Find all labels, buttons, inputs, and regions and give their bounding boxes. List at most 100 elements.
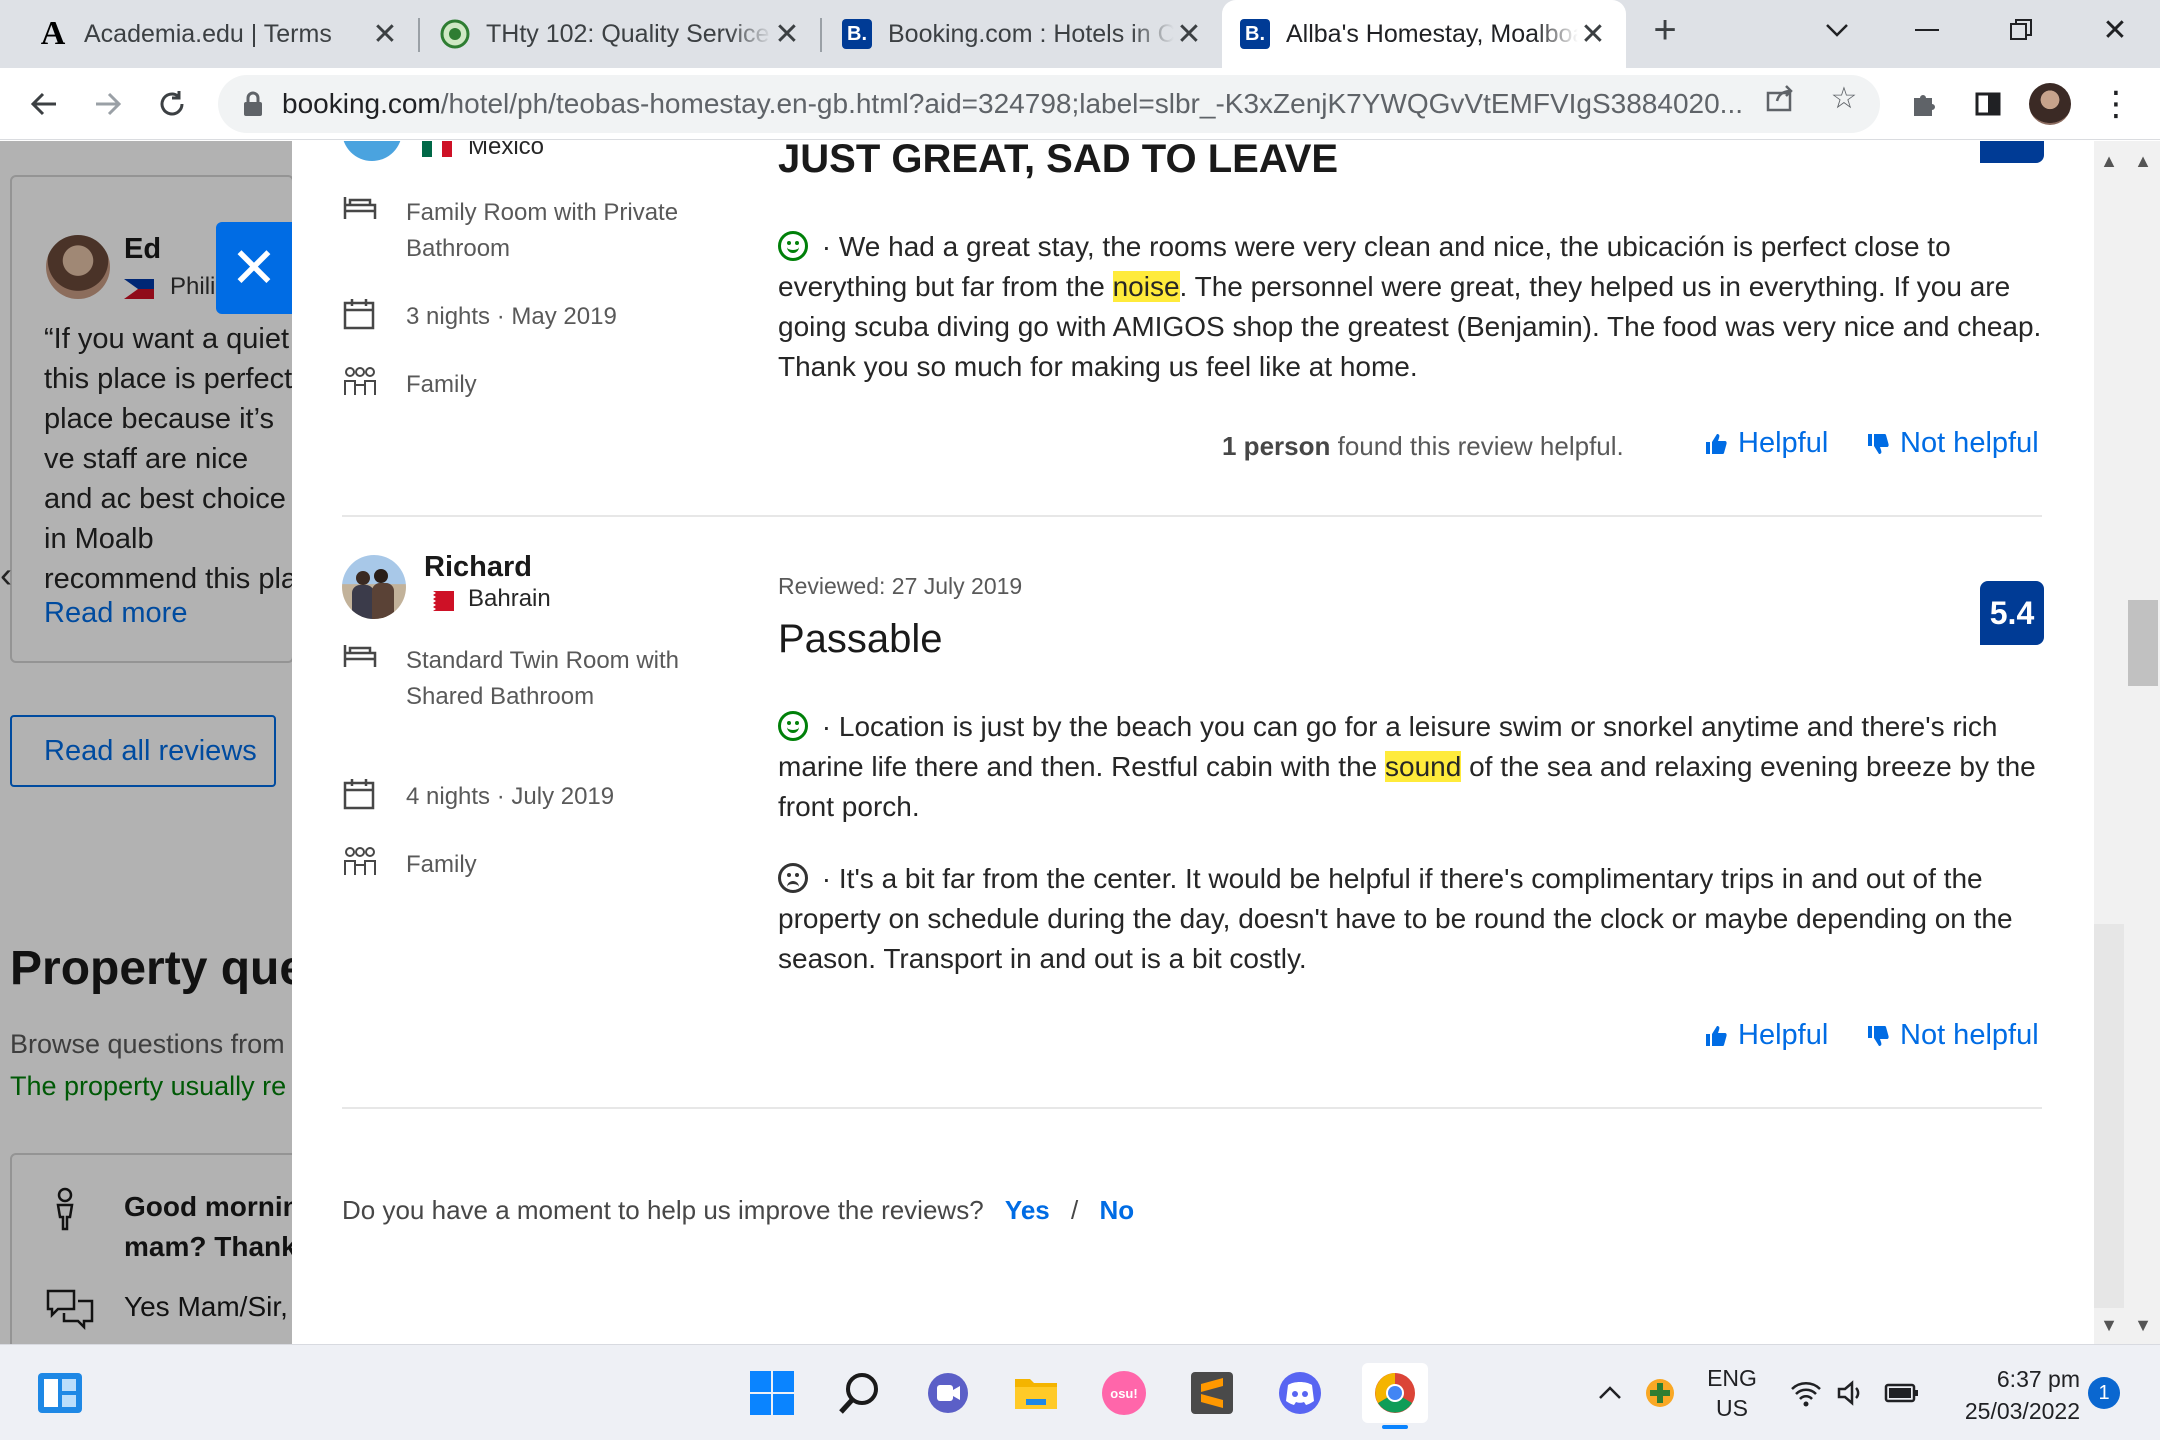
helpful-count: 1 person	[1222, 431, 1331, 461]
windows-taskbar: osu! ENG US 6:37 pm 25/03/2022 1	[0, 1344, 2160, 1440]
tab-thty[interactable]: THty 102: Quality Service: Requirement ✕	[422, 0, 820, 68]
clock[interactable]: 6:37 pm 25/03/2022	[1940, 1363, 2080, 1427]
stay-date: July 2019	[511, 783, 615, 810]
scrollbar-thumb[interactable]	[2128, 600, 2158, 686]
survey-question: Do you have a moment to help us improve …	[342, 1195, 984, 1225]
tab-title: Booking.com : Hotels in Cebu	[888, 19, 1174, 48]
group-icon	[342, 845, 378, 881]
windows-start-icon[interactable]	[746, 1367, 798, 1419]
file-explorer-icon[interactable]	[1010, 1367, 1062, 1419]
volume-icon[interactable]	[1832, 1367, 1872, 1419]
room-type: Standard Twin Room with Shared Bathroom	[406, 647, 680, 710]
review-title: JUST GREAT, SAD TO LEAVE	[778, 141, 1339, 181]
notification-badge[interactable]: 1	[2088, 1377, 2120, 1409]
room-type: Family Room with Private Bathroom	[406, 199, 679, 262]
nights: 4 nights ·	[406, 783, 505, 810]
review-divider	[342, 1107, 2042, 1109]
not-helpful-button[interactable]: Not helpful	[1866, 427, 2039, 460]
tray-app-icon[interactable]	[1640, 1367, 1680, 1419]
clock-time: 6:37 pm	[1996, 1366, 2080, 1392]
close-tab-icon[interactable]: ✕	[370, 17, 400, 52]
reviewer-avatar	[342, 555, 406, 619]
reviewer-avatar	[342, 141, 402, 161]
booking-favicon-icon: B.	[842, 19, 872, 49]
close-icon: ✕	[230, 236, 278, 299]
survey-yes-link[interactable]: Yes	[1005, 1195, 1050, 1225]
lock-icon[interactable]	[242, 91, 264, 117]
close-window-button[interactable]: ✕	[2070, 0, 2160, 60]
scroll-up-arrow-icon[interactable]: ▲	[2094, 146, 2124, 176]
close-modal-button[interactable]: ✕	[216, 222, 292, 314]
new-tab-button[interactable]: +	[1620, 0, 1710, 60]
sublime-text-icon[interactable]	[1186, 1367, 1238, 1419]
positive-comment: · Location is just by the beach you can …	[778, 707, 2060, 827]
traveller-type: Family	[406, 371, 477, 398]
not-helpful-label: Not helpful	[1900, 427, 2039, 459]
positive-comment: · We had a great stay, the rooms were ve…	[778, 227, 2060, 387]
url-text: booking.com/hotel/ph/teobas-homestay.en-…	[282, 88, 1792, 120]
tab-title: Academia.edu | Terms	[84, 19, 332, 48]
address-bar[interactable]: booking.com/hotel/ph/teobas-homestay.en-…	[218, 75, 1880, 133]
wifi-icon[interactable]	[1786, 1367, 1826, 1419]
teams-chat-icon[interactable]	[922, 1367, 974, 1419]
tab-title: THty 102: Quality Service: Requirement	[486, 19, 772, 48]
tab-strip: A Academia.edu | Terms ✕ THty 102: Quali…	[0, 0, 2160, 68]
clock-date: 25/03/2022	[1964, 1398, 2080, 1424]
survey-separator: /	[1070, 1195, 1079, 1225]
forward-arrow-icon[interactable]	[82, 78, 134, 130]
chrome-icon[interactable]	[1362, 1363, 1428, 1429]
reviews-modal: Mexico Family Room with Private Bathroom…	[292, 141, 2094, 1344]
osu-app-icon[interactable]: osu!	[1098, 1367, 1150, 1419]
tab-academia[interactable]: A Academia.edu | Terms ✕	[20, 0, 418, 68]
nights: 3 nights ·	[406, 303, 505, 330]
share-icon[interactable]	[1760, 78, 1800, 118]
battery-icon[interactable]	[1880, 1367, 1924, 1419]
booking-favicon-icon: B.	[1240, 19, 1270, 49]
reload-icon[interactable]	[146, 78, 198, 130]
extensions-puzzle-icon[interactable]	[1902, 82, 1946, 126]
helpful-button[interactable]: Helpful	[1704, 427, 1828, 460]
mexico-flag-icon	[422, 141, 452, 162]
close-tab-icon[interactable]: ✕	[772, 17, 802, 52]
modal-scrollbar-track[interactable]	[2094, 924, 2124, 1308]
bahrain-flag-icon	[424, 591, 454, 616]
helpful-suffix: found this review helpful.	[1330, 431, 1624, 461]
survey-no-link[interactable]: No	[1099, 1195, 1134, 1225]
tab-search-chevron-icon[interactable]	[1792, 0, 1882, 60]
browser-menu-icon[interactable]: ⋮	[2094, 82, 2138, 126]
tab-booking-cebu[interactable]: B. Booking.com : Hotels in Cebu ✕	[824, 0, 1222, 68]
seal-icon	[440, 19, 470, 49]
tab-allbas-homestay[interactable]: B. Allba's Homestay, Moalboal ✕	[1222, 0, 1626, 68]
tab-title: Allba's Homestay, Moalboal	[1286, 19, 1578, 48]
helpful-button[interactable]: Helpful	[1704, 1019, 1828, 1052]
restore-button[interactable]	[1976, 0, 2066, 60]
scroll-down-arrow-icon[interactable]: ▼	[2128, 1310, 2158, 1340]
tab-separator	[820, 18, 822, 52]
language-bottom: US	[1716, 1395, 1748, 1421]
widgets-icon[interactable]	[34, 1367, 86, 1419]
back-arrow-icon[interactable]	[18, 78, 70, 130]
scroll-down-arrow-icon[interactable]: ▼	[2094, 1310, 2124, 1340]
stay-date: May 2019	[511, 303, 617, 330]
minimize-button[interactable]	[1882, 0, 1972, 60]
discord-icon[interactable]	[1274, 1367, 1326, 1419]
calendar-icon	[342, 297, 378, 333]
profile-avatar[interactable]	[2028, 82, 2072, 126]
language-indicator[interactable]: ENG US	[1692, 1363, 1772, 1423]
side-panel-icon[interactable]	[1966, 82, 2010, 126]
close-tab-icon[interactable]: ✕	[1578, 17, 1608, 52]
close-tab-icon[interactable]: ✕	[1174, 17, 1204, 52]
smiley-face-icon	[778, 711, 808, 741]
helpful-count-text: 1 person found this review helpful.	[1222, 431, 1624, 462]
browser-toolbar: booking.com/hotel/ph/teobas-homestay.en-…	[0, 68, 2160, 140]
review-divider	[342, 515, 2042, 517]
review-survey: Do you have a moment to help us improve …	[342, 1195, 1134, 1226]
bookmark-star-icon[interactable]: ☆	[1824, 78, 1864, 118]
thumbs-down-icon	[1868, 433, 1889, 454]
scroll-up-arrow-icon[interactable]: ▲	[2128, 146, 2158, 176]
reviewer-country: Mexico	[468, 141, 545, 160]
show-hidden-icons-chevron-icon[interactable]	[1590, 1367, 1630, 1419]
stay-info: 3 nights · May 2019	[406, 299, 617, 335]
not-helpful-button[interactable]: Not helpful	[1866, 1019, 2039, 1052]
search-icon[interactable]	[834, 1367, 886, 1419]
